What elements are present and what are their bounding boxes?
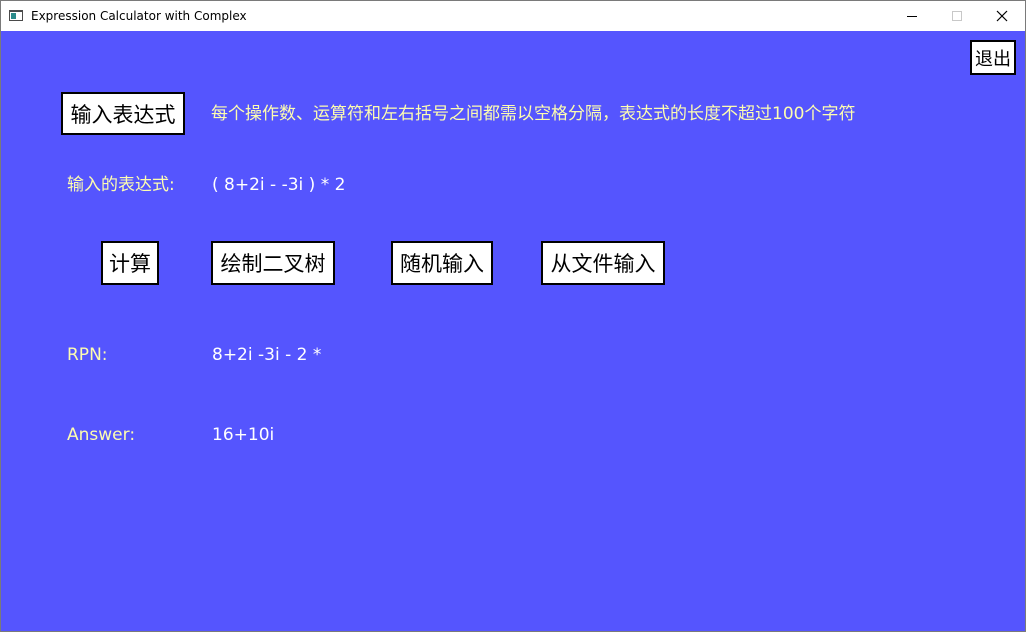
maximize-button[interactable] — [934, 1, 980, 31]
minimize-button[interactable] — [889, 1, 935, 31]
minimize-icon — [907, 16, 917, 17]
expression-label: 输入的表达式: — [67, 175, 175, 195]
close-button[interactable] — [979, 1, 1025, 31]
input-hint-text: 每个操作数、运算符和左右括号之间都需以空格分隔，表达式的长度不超过100个字符 — [211, 104, 856, 124]
answer-value: 16+10i — [212, 425, 275, 445]
expression-value: ( 8+2i - -3i ) * 2 — [212, 175, 346, 195]
rpn-label: RPN: — [67, 345, 108, 365]
file-input-button[interactable]: 从文件输入 — [541, 241, 665, 285]
app-window-icon — [9, 10, 23, 21]
calculate-button[interactable]: 计算 — [101, 241, 159, 285]
close-icon — [996, 10, 1008, 22]
draw-tree-button[interactable]: 绘制二叉树 — [211, 241, 335, 285]
random-input-button[interactable]: 随机输入 — [391, 241, 493, 285]
title-bar[interactable]: Expression Calculator with Complex — [1, 1, 1025, 31]
main-panel: 退出 输入表达式 每个操作数、运算符和左右括号之间都需以空格分隔，表达式的长度不… — [1, 31, 1025, 631]
answer-label: Answer: — [67, 425, 136, 445]
input-expression-button[interactable]: 输入表达式 — [61, 92, 185, 135]
exit-button[interactable]: 退出 — [970, 40, 1016, 75]
window-title: Expression Calculator with Complex — [31, 9, 247, 23]
rpn-value: 8+2i -3i - 2 * — [212, 345, 322, 365]
maximize-icon — [952, 11, 962, 21]
app-window: Expression Calculator with Complex 退出 输入… — [0, 0, 1026, 632]
